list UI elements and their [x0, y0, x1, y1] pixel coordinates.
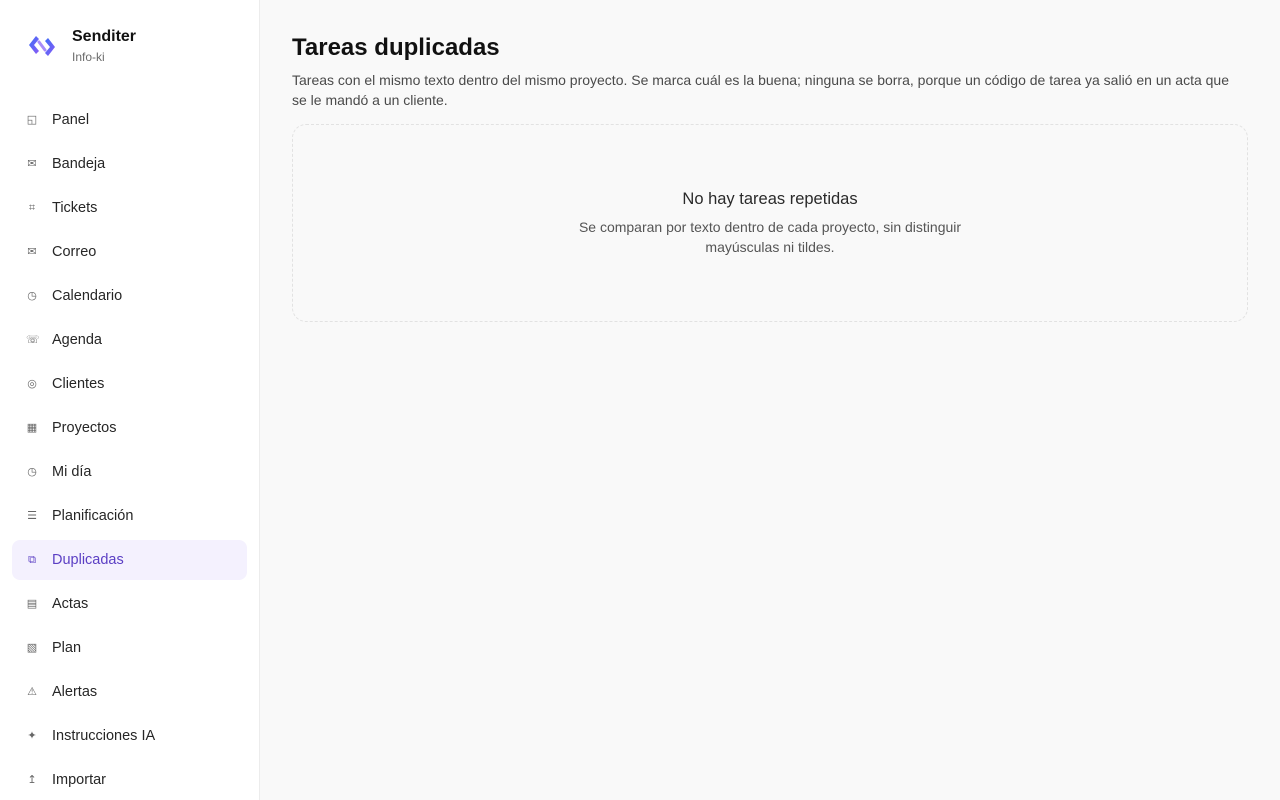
- sidebar: Senditer Info-ki ◱ Panel ✉ Bandeja ⌗ Tickets ✉…: [0, 0, 260, 800]
- panel-icon: ◱: [26, 113, 38, 126]
- sparkle-icon: ✦: [27, 729, 37, 742]
- empty-state-subtitle: Se comparan por texto dentro de cada pro…: [578, 218, 962, 255]
- sidebar-item-label: Instrucciones IA: [52, 728, 156, 744]
- sidebar-item-mi-dia[interactable]: ◷ Mi día: [12, 452, 247, 492]
- clock-icon: ◷: [27, 289, 37, 302]
- sidebar-item-label: Planificación: [52, 508, 134, 524]
- document-icon: ▤: [26, 597, 38, 610]
- sidebar-item-label: Tickets: [52, 200, 98, 216]
- inbox-icon: ✉: [27, 157, 37, 170]
- senditer-logo-icon: [29, 36, 55, 56]
- warning-icon: ⚠: [27, 685, 37, 698]
- page-title: Tareas duplicadas: [292, 34, 500, 61]
- import-icon: ↥: [27, 773, 37, 786]
- sidebar-item-label: Proyectos: [52, 420, 117, 436]
- sidebar-item-label: Agenda: [52, 332, 102, 348]
- clients-icon: ◎: [27, 377, 37, 390]
- sidebar-nav: ◱ Panel ✉ Bandeja ⌗ Tickets ✉ Correo ◷ Calendario…: [12, 100, 247, 800]
- sidebar-item-agenda[interactable]: ☏ Agenda: [12, 320, 247, 360]
- duplicate-icon: ⧉: [28, 553, 36, 566]
- sidebar-item-label: Plan: [52, 640, 82, 656]
- list-icon: ☰: [27, 509, 37, 522]
- sidebar-item-plan[interactable]: ▧ Plan: [12, 628, 247, 668]
- plan-icon: ▧: [26, 641, 38, 654]
- empty-state-card: No hay tareas repetidas Se comparan por …: [292, 124, 1248, 322]
- sidebar-item-label: Bandeja: [52, 156, 106, 172]
- empty-state-title: No hay tareas repetidas: [682, 189, 858, 208]
- sidebar-item-label: Actas: [52, 596, 89, 612]
- sidebar-item-correo[interactable]: ✉ Correo: [12, 232, 247, 272]
- sidebar-item-label: Clientes: [52, 376, 105, 392]
- sidebar-item-tickets[interactable]: ⌗ Tickets: [12, 188, 247, 228]
- grid-icon: ▦: [26, 421, 38, 434]
- brand-name: Senditer: [72, 28, 137, 45]
- sidebar-item-instrucciones-ia[interactable]: ✦ Instrucciones IA: [12, 716, 247, 756]
- mail-icon: ✉: [27, 245, 37, 258]
- sidebar-item-label: Importar: [52, 772, 106, 788]
- sidebar-item-label: Alertas: [52, 684, 98, 700]
- sidebar-item-label: Mi día: [52, 464, 92, 480]
- sidebar-item-label: Calendario: [52, 288, 123, 304]
- sidebar-item-label: Duplicadas: [52, 552, 124, 568]
- main-content: Tareas duplicadas Tareas con el mismo te…: [292, 34, 1248, 322]
- brand-subtitle: Info-ki: [72, 50, 105, 64]
- page-description: Tareas con el mismo texto dentro del mis…: [292, 72, 1229, 108]
- sidebar-item-panel[interactable]: ◱ Panel: [12, 100, 247, 140]
- sidebar-item-label: Panel: [52, 112, 90, 128]
- sidebar-item-actas[interactable]: ▤ Actas: [12, 584, 247, 624]
- sidebar-item-bandeja[interactable]: ✉ Bandeja: [12, 144, 247, 184]
- sidebar-item-duplicadas[interactable]: ⧉ Duplicadas: [12, 540, 247, 580]
- phone-icon: ☏: [26, 333, 40, 346]
- sidebar-item-planificacion[interactable]: ☰ Planificación: [12, 496, 247, 536]
- sidebar-item-clientes[interactable]: ◎ Clientes: [12, 364, 247, 404]
- ticket-icon: ⌗: [28, 201, 36, 214]
- sidebar-item-calendario[interactable]: ◷ Calendario: [12, 276, 247, 316]
- sidebar-item-label: Correo: [52, 244, 97, 260]
- sidebar-item-alertas[interactable]: ⚠ Alertas: [12, 672, 247, 712]
- sidebar-item-importar[interactable]: ↥ Importar: [12, 760, 247, 800]
- brand[interactable]: Senditer Info-ki: [26, 28, 136, 64]
- sidebar-item-proyectos[interactable]: ▦ Proyectos: [12, 408, 247, 448]
- clock-icon: ◷: [27, 465, 37, 478]
